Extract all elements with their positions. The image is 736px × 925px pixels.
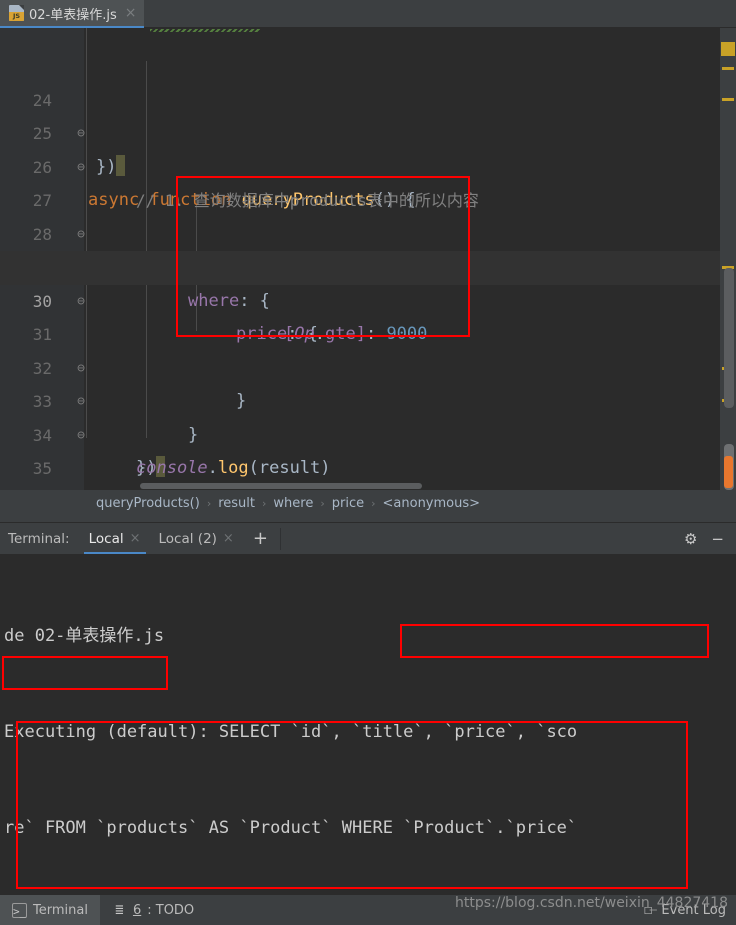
- terminal-scrollbar[interactable]: [722, 554, 736, 895]
- code-line-27[interactable]: 27 ⊖ const result = await Product.findAl…: [0, 151, 736, 277]
- inspection-wave-top: [150, 29, 260, 32]
- status-terminal-label: Terminal: [33, 902, 88, 918]
- status-bar: >_ Terminal ≣ 6 : TODO ☐ Event Log: [0, 895, 736, 925]
- warning-marker[interactable]: [722, 67, 734, 70]
- code-line-33[interactable]: 33 ⊖ }): [0, 352, 736, 478]
- code-line-25[interactable]: 25 ⊖ async function queryProducts() {: [0, 84, 736, 210]
- terminal-header-actions: ⚙ −: [684, 530, 736, 548]
- breadcrumb-item-0[interactable]: queryProducts(): [96, 496, 200, 511]
- terminal-tool-window-header: Terminal: Local × Local (2) × + ⚙ −: [0, 522, 736, 555]
- code-line-30[interactable]: 30 [Op.gte]: 9000: [0, 251, 736, 344]
- editor-scrollbar-thumb[interactable]: [724, 268, 734, 408]
- divider: [279, 527, 281, 550]
- code-line-36[interactable]: 36 queryProducts(): [0, 452, 736, 486]
- event-log-icon: ☐: [643, 901, 653, 918]
- close-icon[interactable]: ×: [122, 5, 137, 21]
- code-line-31[interactable]: 31 ⊖ }: [0, 285, 736, 411]
- status-event-log-label: Event Log: [661, 902, 726, 918]
- warning-marker[interactable]: [722, 98, 734, 101]
- idea-window: 02-单表操作.js × 24 ⊖ }) 25 ⊖ async function…: [0, 0, 736, 925]
- terminal-icon: >_: [12, 902, 27, 918]
- chevron-right-icon: ›: [320, 496, 325, 510]
- code-line-35[interactable]: 35 ⊖ }: [0, 419, 736, 478]
- status-todo-number: 6: [132, 902, 142, 918]
- terminal-label: Terminal:: [8, 530, 70, 547]
- terminal-tab-label: Local (2): [158, 530, 217, 547]
- todo-list-icon: ≣: [115, 901, 124, 918]
- code-line-29[interactable]: 29 ⊖ price: {: [0, 218, 736, 344]
- breadcrumb-item-4[interactable]: <anonymous>: [383, 496, 481, 511]
- add-terminal-icon[interactable]: +: [243, 529, 278, 548]
- code-editor[interactable]: 24 ⊖ }) 25 ⊖ async function queryProduct…: [0, 28, 736, 490]
- terminal-line: Executing (default): SELECT `id`, `title…: [4, 722, 578, 742]
- breadcrumb-item-3[interactable]: price: [332, 496, 364, 511]
- breadcrumb-item-1[interactable]: result: [218, 496, 255, 511]
- editor-horizontal-scrollbar[interactable]: [84, 482, 700, 490]
- chevron-right-icon: ›: [206, 496, 212, 510]
- chevron-right-icon: ›: [262, 496, 267, 510]
- warning-marker[interactable]: [721, 42, 735, 56]
- status-todo-label: : TODO: [147, 902, 195, 918]
- status-right-group: ☐ Event Log: [640, 901, 736, 918]
- close-icon[interactable]: ×: [223, 531, 234, 546]
- editor-tab-02-单表操作[interactable]: 02-单表操作.js ×: [0, 0, 144, 28]
- terminal-output[interactable]: de 02-单表操作.js Executing (default): SELEC…: [0, 554, 736, 895]
- code-line-26[interactable]: 26 // 1. 查询数据库中products表中的所以内容: [0, 117, 736, 211]
- breadcrumb-item-2[interactable]: where: [273, 496, 313, 511]
- code-line-32[interactable]: 32 ⊖ }: [0, 318, 736, 445]
- terminal-tab-label: Local: [88, 530, 124, 547]
- editor-marker-gutter[interactable]: [720, 28, 736, 490]
- breadcrumb: queryProducts() › result › where › price…: [0, 490, 736, 516]
- terminal-line: de 02-单表操作.js: [4, 626, 165, 646]
- error-marker[interactable]: [724, 456, 733, 488]
- code-line-28[interactable]: 28 ⊖ where: {: [0, 184, 736, 311]
- terminal-tab-local[interactable]: Local ×: [80, 523, 150, 555]
- terminal-line: re` FROM `products` AS `Product` WHERE `…: [4, 818, 578, 838]
- js-file-icon: [9, 5, 24, 21]
- status-terminal-button[interactable]: >_ Terminal: [0, 895, 100, 925]
- code-lines: 24 ⊖ }) 25 ⊖ async function queryProduct…: [0, 50, 736, 486]
- minimize-icon[interactable]: −: [711, 530, 724, 548]
- chevron-right-icon: ›: [371, 496, 376, 510]
- code-line-34[interactable]: 34 console.log(result): [0, 385, 736, 479]
- close-icon[interactable]: ×: [130, 531, 141, 546]
- terminal-tab-local-2[interactable]: Local (2) ×: [150, 523, 243, 555]
- editor-hscroll-thumb[interactable]: [140, 483, 422, 489]
- code-line-24[interactable]: 24 ⊖ }): [0, 50, 736, 177]
- status-todo-button[interactable]: ≣ 6 : TODO: [100, 895, 206, 925]
- gear-icon[interactable]: ⚙: [684, 530, 697, 548]
- editor-tab-label: 02-单表操作.js: [29, 7, 117, 23]
- editor-tab-bar: 02-单表操作.js ×: [0, 0, 736, 28]
